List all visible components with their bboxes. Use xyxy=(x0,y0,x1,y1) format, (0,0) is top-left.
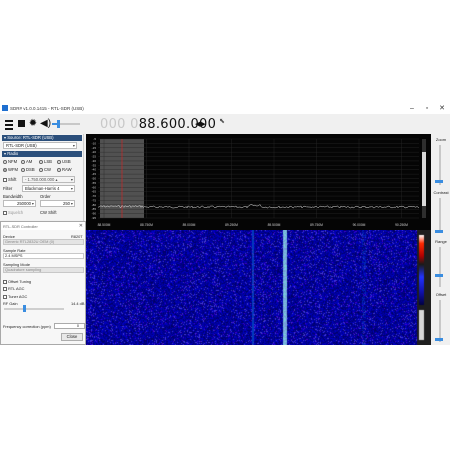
radio-mode-am[interactable]: AM xyxy=(21,159,32,164)
device-select[interactable]: Generic RTL2832U OEM (0) xyxy=(3,239,84,245)
offset-tuning-checkbox[interactable]: Offset Tuning xyxy=(3,279,31,284)
checkbox-icon xyxy=(3,177,7,182)
frequency-correction-label: Frequency correction (ppm) xyxy=(3,324,51,329)
contrast-slider[interactable] xyxy=(439,198,441,233)
offset-slider[interactable] xyxy=(439,300,441,342)
range-label: Range xyxy=(435,239,447,244)
tuner-agc-checkbox[interactable]: Tuner AGC xyxy=(3,294,27,299)
checkbox-icon xyxy=(3,294,7,299)
frequency-tick-label: 90.250M xyxy=(395,223,408,227)
frequency-tick-label: 88.750M xyxy=(140,223,153,227)
bandwidth-input[interactable]: 250000 xyxy=(3,200,36,207)
filter-label: Filter xyxy=(3,186,13,191)
radio-button-selected-icon xyxy=(3,167,7,172)
frequency-tick-label: 89.750M xyxy=(310,223,323,227)
gear-icon[interactable]: ✹ xyxy=(28,119,38,129)
sdrsharp-window: SDR# v1.0.0.1415 - RTL-SDR (USB) – ▫ ✕ ✹… xyxy=(0,103,450,345)
sample-rate-select[interactable]: 2.4 MSPS xyxy=(3,253,84,259)
order-input[interactable]: 250 xyxy=(40,200,75,207)
toolbar: ✹ ◀) 000 088.600.000 ◀▶ ⬉ xyxy=(0,114,450,134)
volume-slider[interactable] xyxy=(52,120,80,128)
zoom-label: Zoom xyxy=(435,137,447,142)
maximize-button[interactable]: ▫ xyxy=(422,104,432,113)
close-button[interactable]: ✕ xyxy=(437,104,447,113)
radio-button-icon xyxy=(21,159,25,164)
radio-mode-usb[interactable]: USB xyxy=(57,159,71,164)
spectrum-analyzer[interactable]: -5-10-15-20-25-30-35-40-45-50-55-60-65-7… xyxy=(86,134,431,230)
contrast-slider-knob[interactable] xyxy=(435,230,443,233)
radio-mode-nfm[interactable]: NFM xyxy=(3,159,17,164)
zoom-slider-knob[interactable] xyxy=(435,180,443,183)
radio-mode-wfm[interactable]: WFM xyxy=(3,167,18,172)
menu-icon[interactable] xyxy=(4,119,14,130)
mouse-cursor-icon: ⬉ xyxy=(219,118,225,125)
frequency-correction-input[interactable]: 0 xyxy=(54,323,85,329)
dialog-close-button[interactable]: Close xyxy=(61,333,83,341)
rtl-agc-checkbox[interactable]: RTL AGC xyxy=(3,286,24,291)
rtl-sdr-controller-dialog: RTL-SDR Controller ✕ Device R820T Generi… xyxy=(0,221,86,345)
source-panel-header[interactable]: ▾ Source: RTL-SDR (USB) xyxy=(2,135,82,141)
spectrum-scrollbar-thumb xyxy=(422,152,426,206)
minimize-button[interactable]: – xyxy=(407,104,417,113)
order-label: Order xyxy=(40,194,51,199)
speaker-icon[interactable]: ◀) xyxy=(40,119,51,129)
dialog-close-icon[interactable]: ✕ xyxy=(79,223,83,229)
db-tick-label: -90 xyxy=(92,212,97,216)
radio-button-icon xyxy=(21,167,25,172)
checkbox-icon xyxy=(3,279,7,284)
title-bar: SDR# v1.0.0.1415 - RTL-SDR (USB) – ▫ ✕ xyxy=(0,103,450,114)
db-tick-label: -80 xyxy=(92,203,97,207)
window-title: SDR# v1.0.0.1415 - RTL-SDR (USB) xyxy=(10,106,84,111)
filter-select[interactable]: Blackman-Harris 4 xyxy=(22,185,75,192)
rf-gain-slider-knob[interactable] xyxy=(23,305,26,312)
stop-icon[interactable] xyxy=(18,120,25,127)
rf-gain-value: 14.4 dB xyxy=(71,301,85,306)
radio-button-icon xyxy=(3,159,7,164)
source-select[interactable]: RTL-SDR (USB) xyxy=(3,142,77,149)
radio-mode-cw[interactable]: CW xyxy=(39,167,51,172)
frequency-step-arrows-icon[interactable]: ◀▶ xyxy=(195,120,206,128)
radio-button-icon xyxy=(57,159,61,164)
offset-label: Offset xyxy=(435,292,447,297)
shift-checkbox[interactable]: Shift xyxy=(3,177,16,182)
dialog-title: RTL-SDR Controller xyxy=(1,222,85,230)
db-tick-label: -35 xyxy=(92,163,97,167)
frequency-tick-label: 90.000M xyxy=(353,223,366,227)
frequency-tick-label: 89.500M xyxy=(268,223,281,227)
app-icon xyxy=(2,105,8,111)
checkbox-icon xyxy=(3,210,7,215)
waterfall-display[interactable] xyxy=(86,230,431,345)
shift-frequency-input[interactable]: - 1.750.000.000 ▴ xyxy=(22,176,75,183)
rf-gain-slider[interactable] xyxy=(4,305,64,312)
radio-button-icon xyxy=(57,167,61,172)
radio-mode-dsb[interactable]: DSB xyxy=(21,167,35,172)
radio-button-icon xyxy=(39,167,43,172)
frequency-tick-label: 88.500M xyxy=(98,223,111,227)
db-tick-label: -40 xyxy=(92,168,97,172)
frequency-leading-digits: 000 0 xyxy=(100,117,139,132)
zoom-slider[interactable] xyxy=(439,145,441,185)
db-tick-label: -85 xyxy=(92,207,97,211)
contrast-label: Contrast xyxy=(433,190,449,195)
waterfall-canvas[interactable] xyxy=(86,230,431,345)
bandwidth-label: Bandwidth xyxy=(3,194,23,199)
radio-panel-header[interactable]: ▾ Radio xyxy=(2,151,82,157)
rf-gain-label: RF Gain xyxy=(3,301,18,306)
checkbox-icon xyxy=(3,286,7,291)
radio-mode-raw[interactable]: RAW xyxy=(57,167,72,172)
frequency-tick-label: 89.250M xyxy=(225,223,238,227)
squelch-checkbox[interactable]: Squelch xyxy=(3,210,23,215)
db-tick-label: -45 xyxy=(92,172,97,176)
range-slider-knob[interactable] xyxy=(435,274,443,277)
offset-slider-knob[interactable] xyxy=(435,338,443,341)
radio-mode-lsb[interactable]: LSB xyxy=(39,159,52,164)
radio-button-icon xyxy=(39,159,43,164)
frequency-tick-label: 89.000M xyxy=(183,223,196,227)
cw-shift-label: CW Shift xyxy=(40,210,57,215)
sampling-mode-select[interactable]: Quadrature sampling xyxy=(3,267,84,273)
db-tick-label: -95 xyxy=(92,216,97,220)
right-panel: Zoom Contrast Range Offset xyxy=(431,134,450,345)
range-slider[interactable] xyxy=(439,247,441,287)
